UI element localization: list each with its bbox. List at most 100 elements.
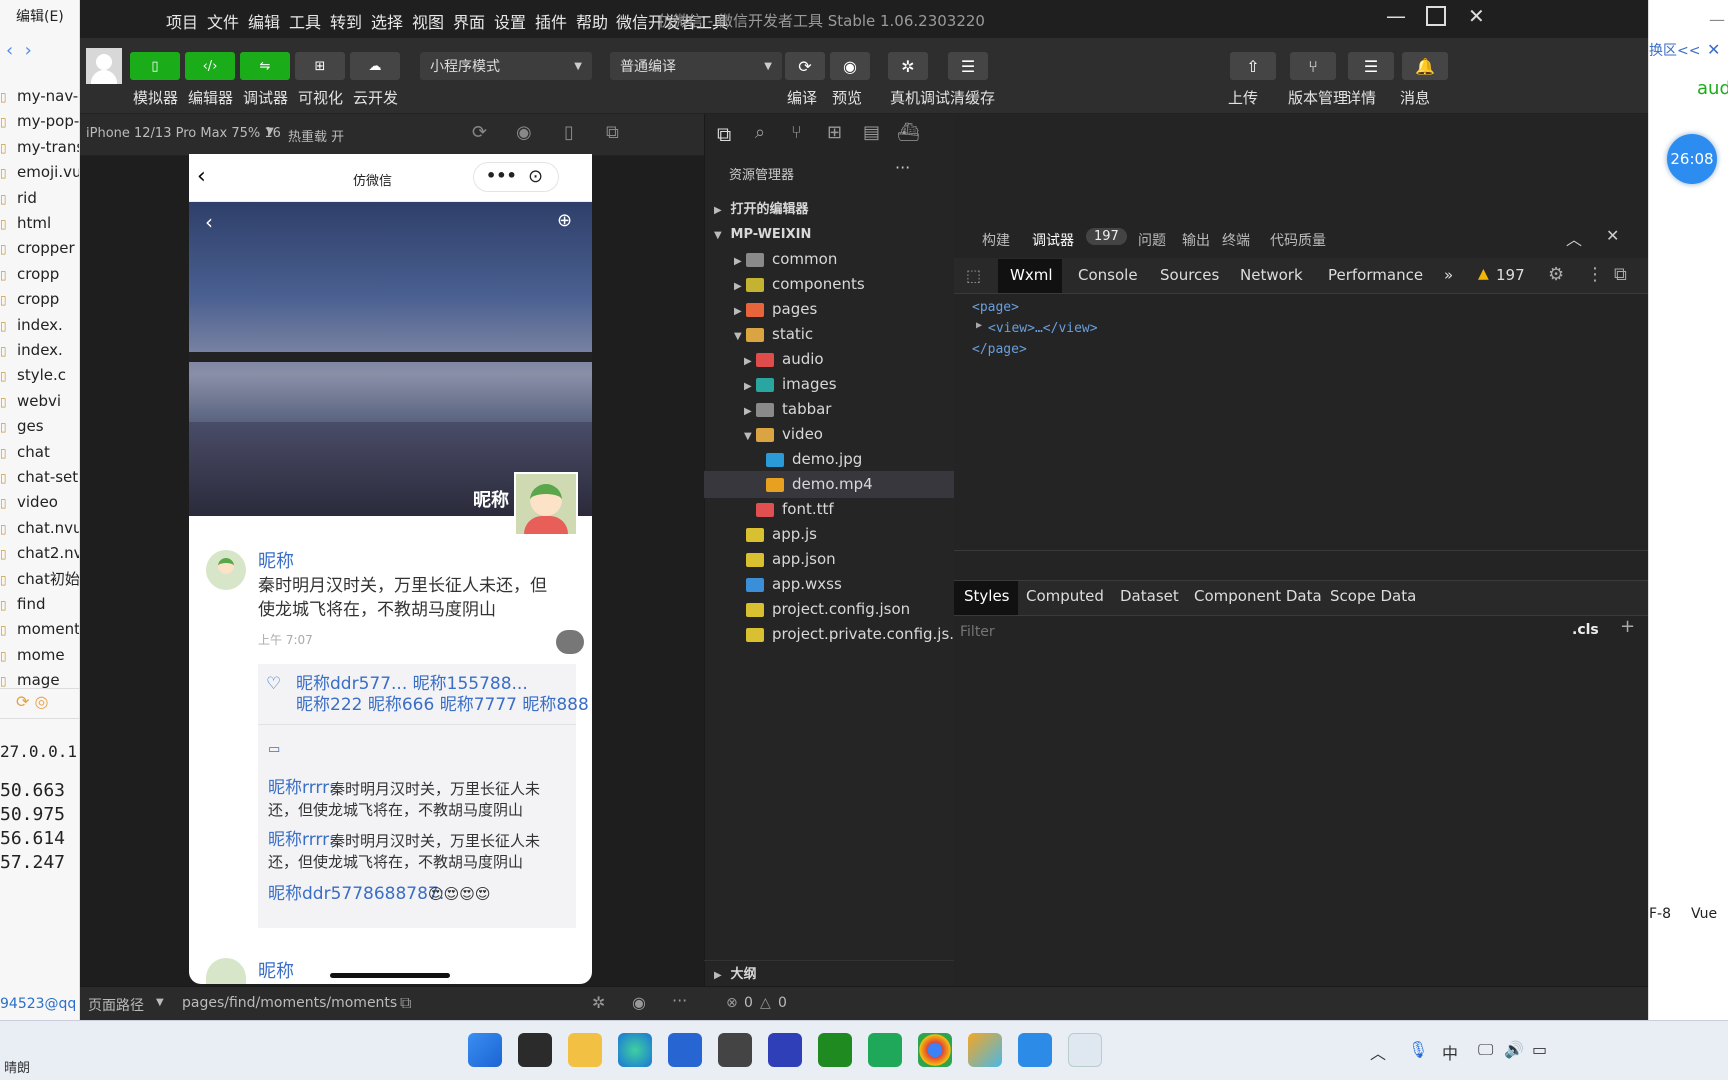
bg-tree-item[interactable]: ▯ chat-set: [0, 463, 79, 491]
record-icon[interactable]: ◉: [516, 122, 532, 143]
input-method-icon[interactable]: 中: [1442, 1040, 1458, 1064]
explorer-item[interactable]: app.json: [704, 546, 954, 573]
explorer-item[interactable]: app.js: [704, 521, 954, 548]
tray-chevron-icon[interactable]: ︿: [1370, 1040, 1386, 1064]
bg-tree-item[interactable]: ▯ rid: [0, 184, 79, 212]
back-arrow-icon[interactable]: ‹ ›: [6, 40, 32, 61]
styles-tab[interactable]: Styles: [964, 587, 1010, 605]
devtools-panel-tab[interactable]: Performance: [1328, 266, 1423, 284]
volume-icon[interactable]: 🔊: [1504, 1040, 1524, 1059]
edge-icon[interactable]: [618, 1033, 652, 1067]
network-icon[interactable]: 🖵: [1478, 1040, 1493, 1060]
cls-toggle[interactable]: .cls: [1572, 622, 1599, 638]
mid-tool-button[interactable]: ⟳: [785, 52, 825, 80]
inspect-icon[interactable]: ⬚: [966, 266, 981, 285]
post-action-button[interactable]: [556, 630, 584, 654]
bg-tree-item[interactable]: ▯ chat: [0, 438, 79, 466]
close-panel-icon[interactable]: ✕: [1606, 226, 1619, 245]
bg-tree-item[interactable]: ▯ video: [0, 488, 79, 516]
devtools-top-tab[interactable]: 代码质量: [1270, 230, 1326, 250]
bg-tree-item[interactable]: ▯ cropper: [0, 234, 79, 262]
user-avatar[interactable]: [514, 472, 578, 536]
云开发-button[interactable]: ☁: [350, 52, 400, 80]
expand-arrow-icon[interactable]: ▶: [976, 320, 982, 331]
hbuilder-icon[interactable]: [868, 1033, 902, 1067]
extensions-icon[interactable]: ⊞: [827, 122, 842, 143]
mid-tool-button[interactable]: ◉: [830, 52, 870, 80]
menu-item[interactable]: 视图: [412, 9, 444, 33]
wechat-devtools-icon[interactable]: [1068, 1033, 1102, 1067]
styles-tab[interactable]: Computed: [1026, 587, 1104, 605]
menu-item[interactable]: 设置: [494, 9, 526, 33]
comment-author[interactable]: 昵称rrrr:: [268, 828, 335, 852]
collapse-icon[interactable]: ︿: [1566, 226, 1582, 250]
menu-item[interactable]: 转到: [330, 9, 362, 33]
bg-tree-item[interactable]: ▯ style.c: [0, 361, 79, 389]
right-tool-button[interactable]: ⇧: [1230, 52, 1276, 80]
rotate-icon[interactable]: ⟳: [472, 122, 487, 143]
right-tool-button[interactable]: ⑂: [1290, 52, 1336, 80]
error-count[interactable]: 0: [744, 995, 753, 1011]
bg-tree-item[interactable]: ▯ ges: [0, 412, 79, 440]
start-icon[interactable]: [468, 1033, 502, 1067]
switch-area-link[interactable]: 换区<<: [1649, 40, 1700, 60]
调试器-button[interactable]: ⇋: [240, 52, 290, 80]
menu-item[interactable]: 选择: [371, 9, 403, 33]
docker-icon[interactable]: ⛴: [897, 122, 920, 143]
minimize-icon[interactable]: —: [1709, 10, 1725, 29]
styles-filter-input[interactable]: [960, 620, 1560, 644]
bg-tree-item[interactable]: ▯ my-nav-b: [0, 82, 79, 110]
devtools-top-tab[interactable]: 问题: [1138, 230, 1166, 250]
more-panels-icon[interactable]: »: [1444, 266, 1453, 284]
popout-icon[interactable]: ⧉: [606, 122, 619, 143]
phone-frame-icon[interactable]: ▯: [564, 122, 574, 143]
warning-count[interactable]: 197: [1496, 266, 1525, 284]
page-path-label[interactable]: 页面路径: [88, 995, 144, 1015]
bg-tree-item[interactable]: ▯ index.: [0, 311, 79, 339]
bg-tree-item[interactable]: ▯ chat2.nv: [0, 539, 79, 567]
back-icon[interactable]: ‹: [197, 164, 206, 189]
next-post-author[interactable]: 昵称: [258, 960, 294, 984]
bg-tree-item[interactable]: ▯ webvi: [0, 387, 79, 415]
bg-tree-item[interactable]: ▯ cropp: [0, 260, 79, 288]
explorer-item[interactable]: demo.jpg: [704, 446, 954, 473]
bg-tree-item[interactable]: ▯ moment: [0, 615, 79, 643]
devtools-panel-tab[interactable]: Wxml: [1010, 266, 1053, 284]
search-icon[interactable]: ⌕: [755, 122, 765, 143]
post-avatar[interactable]: [206, 550, 246, 590]
store-icon[interactable]: [668, 1033, 702, 1067]
unity-icon[interactable]: [718, 1033, 752, 1067]
explorer-item[interactable]: ▶ tabbar: [704, 396, 954, 423]
模拟器-button[interactable]: ▯: [130, 52, 180, 80]
bg-tree-item[interactable]: ▯ chat初始: [0, 565, 79, 593]
dock-icon[interactable]: ⧉: [1614, 264, 1627, 285]
task-view-icon[interactable]: [518, 1033, 552, 1067]
storage-icon[interactable]: ▤: [863, 122, 880, 143]
explorer-item[interactable]: demo.mp4: [704, 471, 954, 498]
explorer-item[interactable]: ▶ pages: [704, 296, 954, 323]
bg-tree-item[interactable]: ▯ cropp: [0, 285, 79, 313]
explorer-item[interactable]: ▼ video: [704, 421, 954, 448]
close-mini-icon[interactable]: ⊙: [528, 166, 543, 187]
styles-tab[interactable]: Dataset: [1120, 587, 1179, 605]
open-editors-section[interactable]: ▶ 打开的编辑器: [704, 196, 954, 223]
wxml-page-close[interactable]: </page>: [972, 342, 1027, 357]
mid-tool-button[interactable]: ✲: [888, 52, 928, 80]
debug-bug-icon[interactable]: ✲: [592, 993, 605, 1012]
explorer-item[interactable]: ▼ static: [704, 321, 954, 348]
menu-item[interactable]: 工具: [289, 9, 321, 33]
preview-eye-icon[interactable]: ◉: [632, 993, 646, 1012]
capsule-menu[interactable]: ••• ⊙: [473, 162, 559, 192]
camera-icon[interactable]: ⊕: [557, 210, 572, 231]
bg-tree-item[interactable]: ▯ html: [0, 209, 79, 237]
menu-item[interactable]: 帮助: [576, 9, 608, 33]
menu-item[interactable]: 项目: [166, 9, 198, 33]
copy-icon[interactable]: ⧉: [400, 993, 411, 1013]
devtools-top-tab[interactable]: 构建: [982, 230, 1010, 250]
vscode-alt-icon[interactable]: [768, 1033, 802, 1067]
bg-tree-item[interactable]: ▯ mome: [0, 641, 79, 669]
close-window-icon[interactable]: ✕: [1468, 4, 1485, 28]
right-tool-button[interactable]: ☰: [1348, 52, 1394, 80]
menu-item[interactable]: 编辑: [248, 9, 280, 33]
right-tool-button[interactable]: 🔔: [1402, 52, 1448, 80]
